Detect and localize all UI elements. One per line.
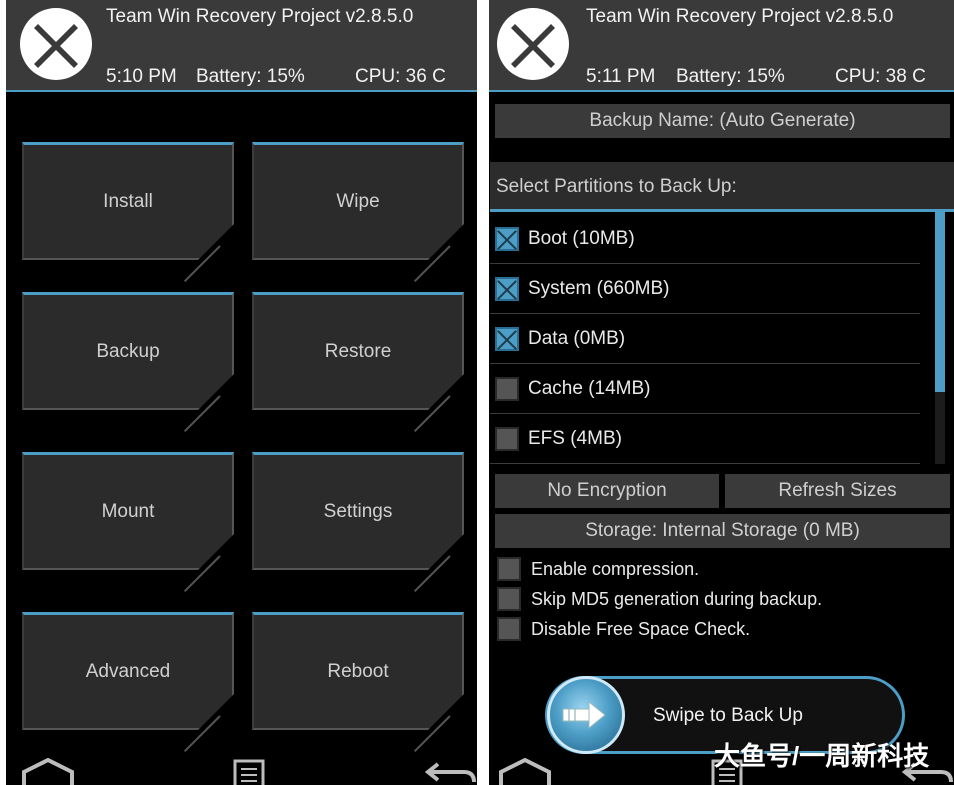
- twrp-backup-screen: Team Win Recovery Project v2.8.5.0 5:11 …: [477, 0, 954, 785]
- clock: 5:10 PM: [106, 66, 177, 87]
- wipe-label: Wipe: [336, 190, 380, 212]
- reboot-label: Reboot: [327, 660, 389, 682]
- watermark: 大鱼号/一周新科技: [714, 741, 930, 771]
- partition-row-boot[interactable]: Boot (10MB): [490, 214, 920, 264]
- twrp-home-screen: Team Win Recovery Project v2.8.5.0 5:10 …: [0, 0, 477, 785]
- restore-button[interactable]: Restore: [252, 292, 464, 433]
- partition-row-cache[interactable]: Cache (14MB): [490, 364, 920, 414]
- settings-label: Settings: [323, 500, 393, 522]
- mount-label: Mount: [101, 500, 155, 522]
- checkbox-unchecked[interactable]: [497, 617, 521, 641]
- checkbox-unchecked[interactable]: [497, 587, 521, 611]
- checkbox-checked[interactable]: [495, 326, 519, 351]
- app-title: Team Win Recovery Project v2.8.5.0: [106, 6, 414, 27]
- partition-label: System (660MB): [528, 277, 670, 299]
- log-icon[interactable]: [232, 758, 266, 785]
- encryption-button[interactable]: No Encryption: [495, 474, 719, 508]
- battery-status: Battery: 15%: [196, 66, 305, 87]
- advanced-label: Advanced: [85, 660, 171, 682]
- backup-label: Backup: [96, 340, 160, 362]
- settings-button[interactable]: Settings: [252, 452, 464, 593]
- partition-label: Cache (14MB): [528, 377, 651, 399]
- backup-button[interactable]: Backup: [22, 292, 234, 433]
- back-icon[interactable]: [424, 760, 476, 785]
- checkbox-checked[interactable]: [495, 226, 519, 251]
- arrow-right-icon: [562, 700, 606, 730]
- checkbox-unchecked[interactable]: [495, 426, 519, 451]
- twrp-logo-icon: [20, 8, 92, 80]
- install-label: Install: [103, 190, 153, 212]
- twrp-logo-icon: [497, 8, 569, 80]
- checkbox-unchecked[interactable]: [497, 557, 521, 581]
- option-label: Skip MD5 generation during backup.: [531, 588, 823, 609]
- status-header: Team Win Recovery Project v2.8.5.0 5:11 …: [489, 0, 954, 92]
- scrollbar-thumb[interactable]: [935, 212, 945, 392]
- wipe-button[interactable]: Wipe: [252, 142, 464, 283]
- partition-section-header: Select Partitions to Back Up:: [490, 162, 954, 212]
- advanced-button[interactable]: Advanced: [22, 612, 234, 753]
- partition-row-efs[interactable]: EFS (4MB): [490, 414, 920, 464]
- swipe-label: Swipe to Back Up: [653, 705, 803, 726]
- option-label: Disable Free Space Check.: [531, 618, 751, 639]
- option-enable-compression[interactable]: Enable compression.: [497, 556, 699, 582]
- restore-label: Restore: [324, 340, 392, 362]
- storage-select-button[interactable]: Storage: Internal Storage (0 MB): [495, 514, 950, 548]
- partition-list[interactable]: Boot (10MB) System (660MB) Data (0MB) Ca…: [490, 212, 944, 464]
- option-disable-free-space-check[interactable]: Disable Free Space Check.: [497, 616, 750, 642]
- app-title: Team Win Recovery Project v2.8.5.0: [586, 6, 894, 27]
- backup-name-button[interactable]: Backup Name: (Auto Generate): [495, 104, 950, 138]
- home-icon[interactable]: [20, 758, 76, 785]
- partition-label: Data (0MB): [528, 327, 626, 349]
- option-label: Enable compression.: [531, 558, 700, 579]
- battery-status: Battery: 15%: [676, 66, 785, 87]
- install-button[interactable]: Install: [22, 142, 234, 283]
- reboot-button[interactable]: Reboot: [252, 612, 464, 753]
- cpu-temp: CPU: 38 C: [835, 66, 926, 87]
- partition-label: EFS (4MB): [528, 427, 622, 449]
- option-skip-md5[interactable]: Skip MD5 generation during backup.: [497, 586, 822, 612]
- checkbox-checked[interactable]: [495, 276, 519, 301]
- status-header: Team Win Recovery Project v2.8.5.0 5:10 …: [6, 0, 477, 92]
- checkbox-unchecked[interactable]: [495, 376, 519, 401]
- clock: 5:11 PM: [586, 66, 656, 87]
- partition-row-system[interactable]: System (660MB): [490, 264, 920, 314]
- refresh-sizes-button[interactable]: Refresh Sizes: [725, 474, 950, 508]
- partition-label: Boot (10MB): [528, 227, 635, 249]
- partition-scrollbar[interactable]: [935, 212, 945, 464]
- cpu-temp: CPU: 36 C: [355, 66, 446, 87]
- partition-row-data[interactable]: Data (0MB): [490, 314, 920, 364]
- mount-button[interactable]: Mount: [22, 452, 234, 593]
- home-icon[interactable]: [497, 758, 553, 785]
